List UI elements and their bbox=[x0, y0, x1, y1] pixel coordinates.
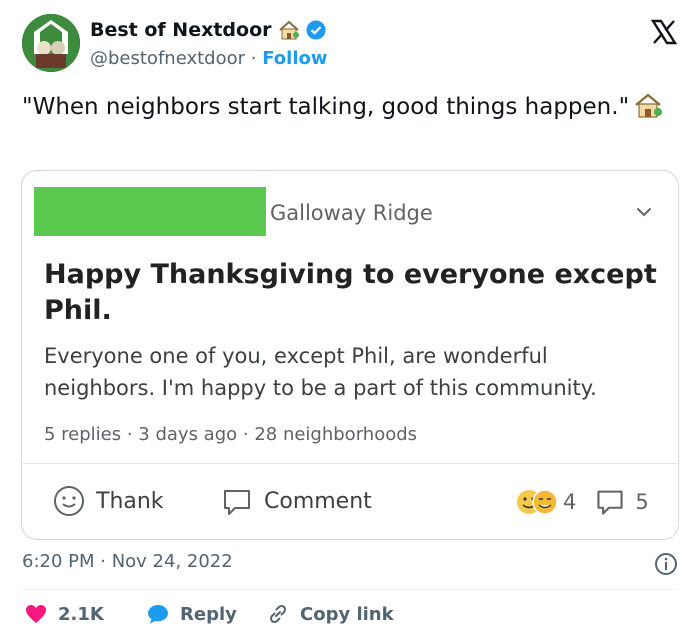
copy-link-label: Copy link bbox=[300, 603, 394, 625]
name-row: Best of Nextdoor bbox=[90, 19, 326, 41]
post-body: Everyone one of you, except Phil, are wo… bbox=[44, 344, 597, 400]
footer-divider bbox=[22, 589, 678, 590]
avatar[interactable] bbox=[22, 14, 80, 72]
comment-bubble-icon bbox=[224, 490, 250, 515]
group-name: Galloway Ridge bbox=[270, 201, 433, 225]
info-icon[interactable] bbox=[654, 552, 678, 576]
link-icon bbox=[269, 604, 287, 624]
house-emoji-icon bbox=[633, 92, 663, 118]
house-emoji-icon bbox=[278, 20, 300, 40]
nextdoor-post-card[interactable]: Galloway Ridge Happy Thanksgiving to eve… bbox=[21, 170, 679, 540]
reaction-count: 4 bbox=[563, 490, 577, 514]
handle[interactable]: @bestofnextdoor bbox=[90, 48, 245, 69]
tweet-text: "When neighbors start talking, good thin… bbox=[22, 92, 672, 123]
heart-icon bbox=[26, 605, 46, 623]
x-logo-icon[interactable] bbox=[650, 18, 678, 46]
comment-button[interactable]: Comment bbox=[220, 484, 372, 518]
reaction-emojis-icon bbox=[517, 489, 558, 515]
like-count: 2.1K bbox=[58, 603, 104, 625]
follow-button[interactable]: Follow bbox=[262, 48, 327, 69]
comment-label: Comment bbox=[264, 488, 372, 514]
reply-button[interactable]: Reply bbox=[146, 602, 237, 626]
post-title: Happy Thanksgiving to everyone except Ph… bbox=[44, 259, 657, 326]
thank-button[interactable]: Thank bbox=[52, 484, 164, 518]
timestamp[interactable]: 6:20 PM · Nov 24, 2022 bbox=[22, 551, 233, 572]
thank-label: Thank bbox=[96, 488, 164, 514]
reply-label: Reply bbox=[180, 603, 237, 625]
tweet-header: Best of Nextdoor @bestofnextdoor · Follo… bbox=[22, 14, 682, 78]
handle-separator: · bbox=[250, 48, 257, 69]
copy-link-button[interactable]: Copy link bbox=[266, 602, 394, 626]
card-divider bbox=[22, 463, 678, 464]
reply-count: 5 bbox=[635, 490, 649, 514]
reply-bubble-icon bbox=[597, 490, 623, 515]
chevron-down-icon bbox=[636, 207, 652, 217]
reactions-summary[interactable]: 4 5 bbox=[515, 487, 649, 517]
display-name[interactable]: Best of Nextdoor bbox=[90, 19, 272, 41]
post-meta: 5 replies · 3 days ago · 28 neighborhood… bbox=[44, 424, 418, 445]
verified-badge-icon bbox=[306, 20, 326, 40]
reply-bubble-icon bbox=[148, 605, 168, 624]
handle-row: @bestofnextdoor · Follow bbox=[90, 48, 328, 69]
redacted-author-block bbox=[34, 187, 266, 236]
smiley-icon bbox=[54, 486, 84, 516]
like-button[interactable]: 2.1K bbox=[24, 602, 104, 626]
tweet-text-content: "When neighbors start talking, good thin… bbox=[22, 94, 630, 120]
